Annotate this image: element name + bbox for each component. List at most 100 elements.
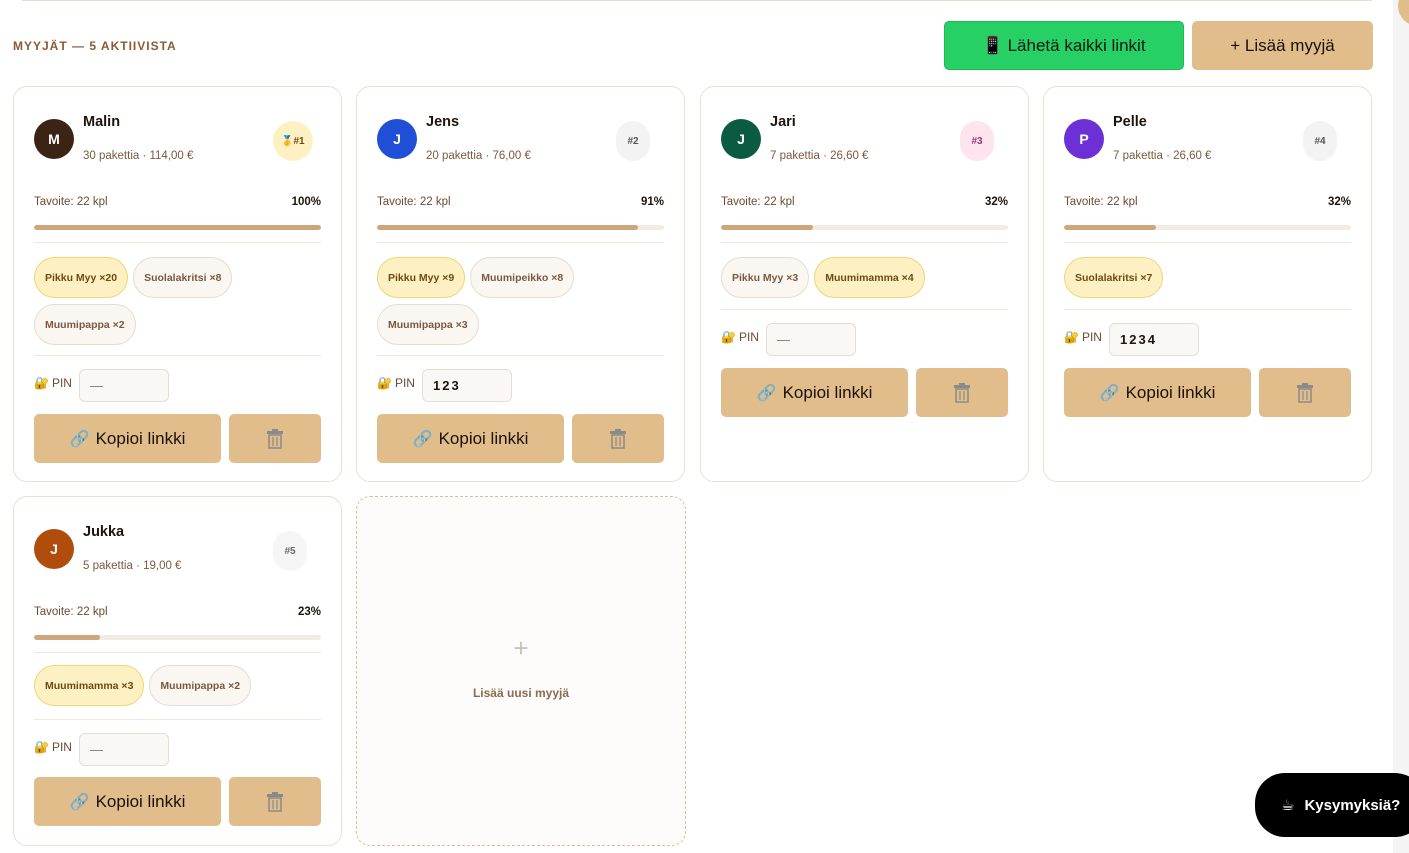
delete-seller-button[interactable]: [1259, 368, 1351, 417]
seller-card-jukka: J Jukka 5 pakettia · 19,00 € #5 Tavoite:…: [13, 496, 342, 846]
lock-icon: 🔐: [34, 740, 49, 754]
divider: [1064, 309, 1351, 310]
pin-label-text: PIN: [394, 376, 415, 390]
divider: [721, 242, 1008, 243]
phone-icon: 📱: [982, 35, 1004, 55]
product-chips: Pikku Myy ×3 Muumimamma ×4: [721, 257, 1016, 298]
seller-stats: 7 pakettia · 26,60 €: [1113, 150, 1212, 162]
add-seller-button[interactable]: + Lisää myyjä: [1192, 21, 1373, 70]
copy-link-label: Kopioi linkki: [782, 382, 873, 402]
progress-fill: [1064, 225, 1156, 230]
pin-input[interactable]: 123: [422, 369, 512, 402]
pin-label-text: PIN: [51, 376, 72, 390]
plus-icon: +: [513, 633, 529, 663]
delete-seller-button[interactable]: [229, 777, 321, 826]
add-new-seller-card[interactable]: + Lisää uusi myyjä: [356, 496, 686, 846]
link-icon: 🔗: [69, 793, 90, 811]
pin-label: 🔐 PIN: [377, 376, 415, 390]
progress-fill: [34, 635, 100, 640]
delete-seller-button[interactable]: [572, 414, 664, 463]
progress-percent: 100%: [291, 196, 321, 208]
delete-seller-button[interactable]: [916, 368, 1008, 417]
divider: [34, 242, 321, 243]
copy-link-label: Kopioi linkki: [95, 791, 186, 811]
avatar: P: [1064, 119, 1104, 159]
avatar: J: [377, 119, 417, 159]
divider: [721, 309, 1008, 310]
product-chips: Suolalakritsi ×7: [1064, 257, 1359, 298]
progress-percent: 91%: [640, 196, 664, 208]
copy-link-label: Kopioi linkki: [438, 428, 529, 448]
copy-link-button[interactable]: 🔗 Kopioi linkki: [1064, 368, 1251, 417]
avatar: J: [721, 119, 761, 159]
product-chips: Pikku Myy ×9 Muumipeikko ×8 Muumipappa ×…: [377, 257, 672, 345]
pin-label: 🔐 PIN: [34, 376, 72, 390]
goal-label: Tavoite: 22 kpl: [377, 196, 451, 208]
pin-input[interactable]: 1234: [1109, 323, 1199, 356]
seller-stats: 5 pakettia · 19,00 €: [83, 560, 182, 572]
copy-link-button[interactable]: 🔗 Kopioi linkki: [721, 368, 908, 417]
pin-input[interactable]: —: [79, 733, 169, 766]
progress-fill: [34, 225, 321, 230]
seller-stats: 20 pakettia · 76,00 €: [426, 150, 531, 162]
seller-card-jens: J Jens 20 pakettia · 76,00 € #2 Tavoite:…: [356, 86, 685, 482]
goal-label: Tavoite: 22 kpl: [34, 196, 108, 208]
divider: [34, 719, 321, 720]
product-chip: Muumipappa ×2: [149, 665, 252, 706]
copy-link-label: Kopioi linkki: [95, 428, 186, 448]
help-button[interactable]: ☕ Kysymyksiä?: [1255, 773, 1409, 837]
product-chip: Muumipappa ×3: [377, 304, 479, 345]
scrollbar-track[interactable]: [1393, 0, 1409, 853]
send-all-links-button[interactable]: 📱 Lähetä kaikki linkit: [944, 21, 1184, 70]
top-divider: [22, 0, 1372, 1]
copy-link-button[interactable]: 🔗 Kopioi linkki: [377, 414, 564, 463]
product-chip: Muumipeikko ×8: [470, 257, 575, 298]
pin-label: 🔐 PIN: [721, 330, 759, 344]
pin-input[interactable]: —: [766, 323, 856, 356]
goal-label: Tavoite: 22 kpl: [34, 606, 108, 618]
pin-label: 🔐 PIN: [34, 740, 72, 754]
seller-name: Pelle: [1113, 114, 1147, 130]
seller-name: Jukka: [83, 524, 125, 540]
coffee-icon: ☕: [1281, 797, 1295, 814]
link-icon: 🔗: [756, 384, 777, 402]
seller-name: Jari: [770, 114, 796, 130]
avatar: M: [34, 119, 74, 159]
copy-link-button[interactable]: 🔗 Kopioi linkki: [34, 414, 221, 463]
progress-percent: 32%: [1327, 196, 1351, 208]
pin-input[interactable]: —: [79, 369, 169, 402]
progress-bar: [721, 225, 1008, 230]
progress-bar: [377, 225, 664, 230]
progress-bar: [34, 635, 321, 640]
pin-label-text: PIN: [1081, 330, 1102, 344]
progress-percent: 23%: [297, 606, 321, 618]
seller-card-pelle: P Pelle 7 pakettia · 26,60 € #4 Tavoite:…: [1043, 86, 1372, 482]
rank-badge: #4: [1303, 121, 1337, 161]
progress-percent: 32%: [984, 196, 1008, 208]
progress-fill: [721, 225, 813, 230]
product-chips: Muumimamma ×3 Muumipappa ×2: [34, 665, 329, 706]
pin-label-text: PIN: [51, 740, 72, 754]
rank-badge: #3: [960, 121, 994, 161]
progress-fill: [377, 225, 639, 230]
trash-icon: [1297, 382, 1313, 403]
copy-link-button[interactable]: 🔗 Kopioi linkki: [34, 777, 221, 826]
lock-icon: 🔐: [34, 376, 49, 390]
product-chip: Pikku Myy ×3: [721, 257, 810, 298]
avatar: J: [34, 529, 74, 569]
lock-icon: 🔐: [1064, 330, 1079, 344]
divider: [34, 652, 321, 653]
divider: [1064, 242, 1351, 243]
help-label: Kysymyksiä?: [1304, 796, 1401, 814]
product-chip: Suolalakritsi ×8: [133, 257, 233, 298]
product-chip: Pikku Myy ×20: [34, 257, 129, 298]
delete-seller-button[interactable]: [229, 414, 321, 463]
pin-label: 🔐 PIN: [1064, 330, 1102, 344]
copy-link-label: Kopioi linkki: [1125, 382, 1216, 402]
rank-badge: #5: [273, 531, 307, 571]
seller-name: Jens: [426, 114, 460, 130]
product-chip: Suolalakritsi ×7: [1064, 257, 1164, 298]
lock-icon: 🔐: [377, 376, 392, 390]
seller-stats: 30 pakettia · 114,00 €: [83, 150, 194, 162]
product-chip: Muumimamma ×3: [34, 665, 145, 706]
